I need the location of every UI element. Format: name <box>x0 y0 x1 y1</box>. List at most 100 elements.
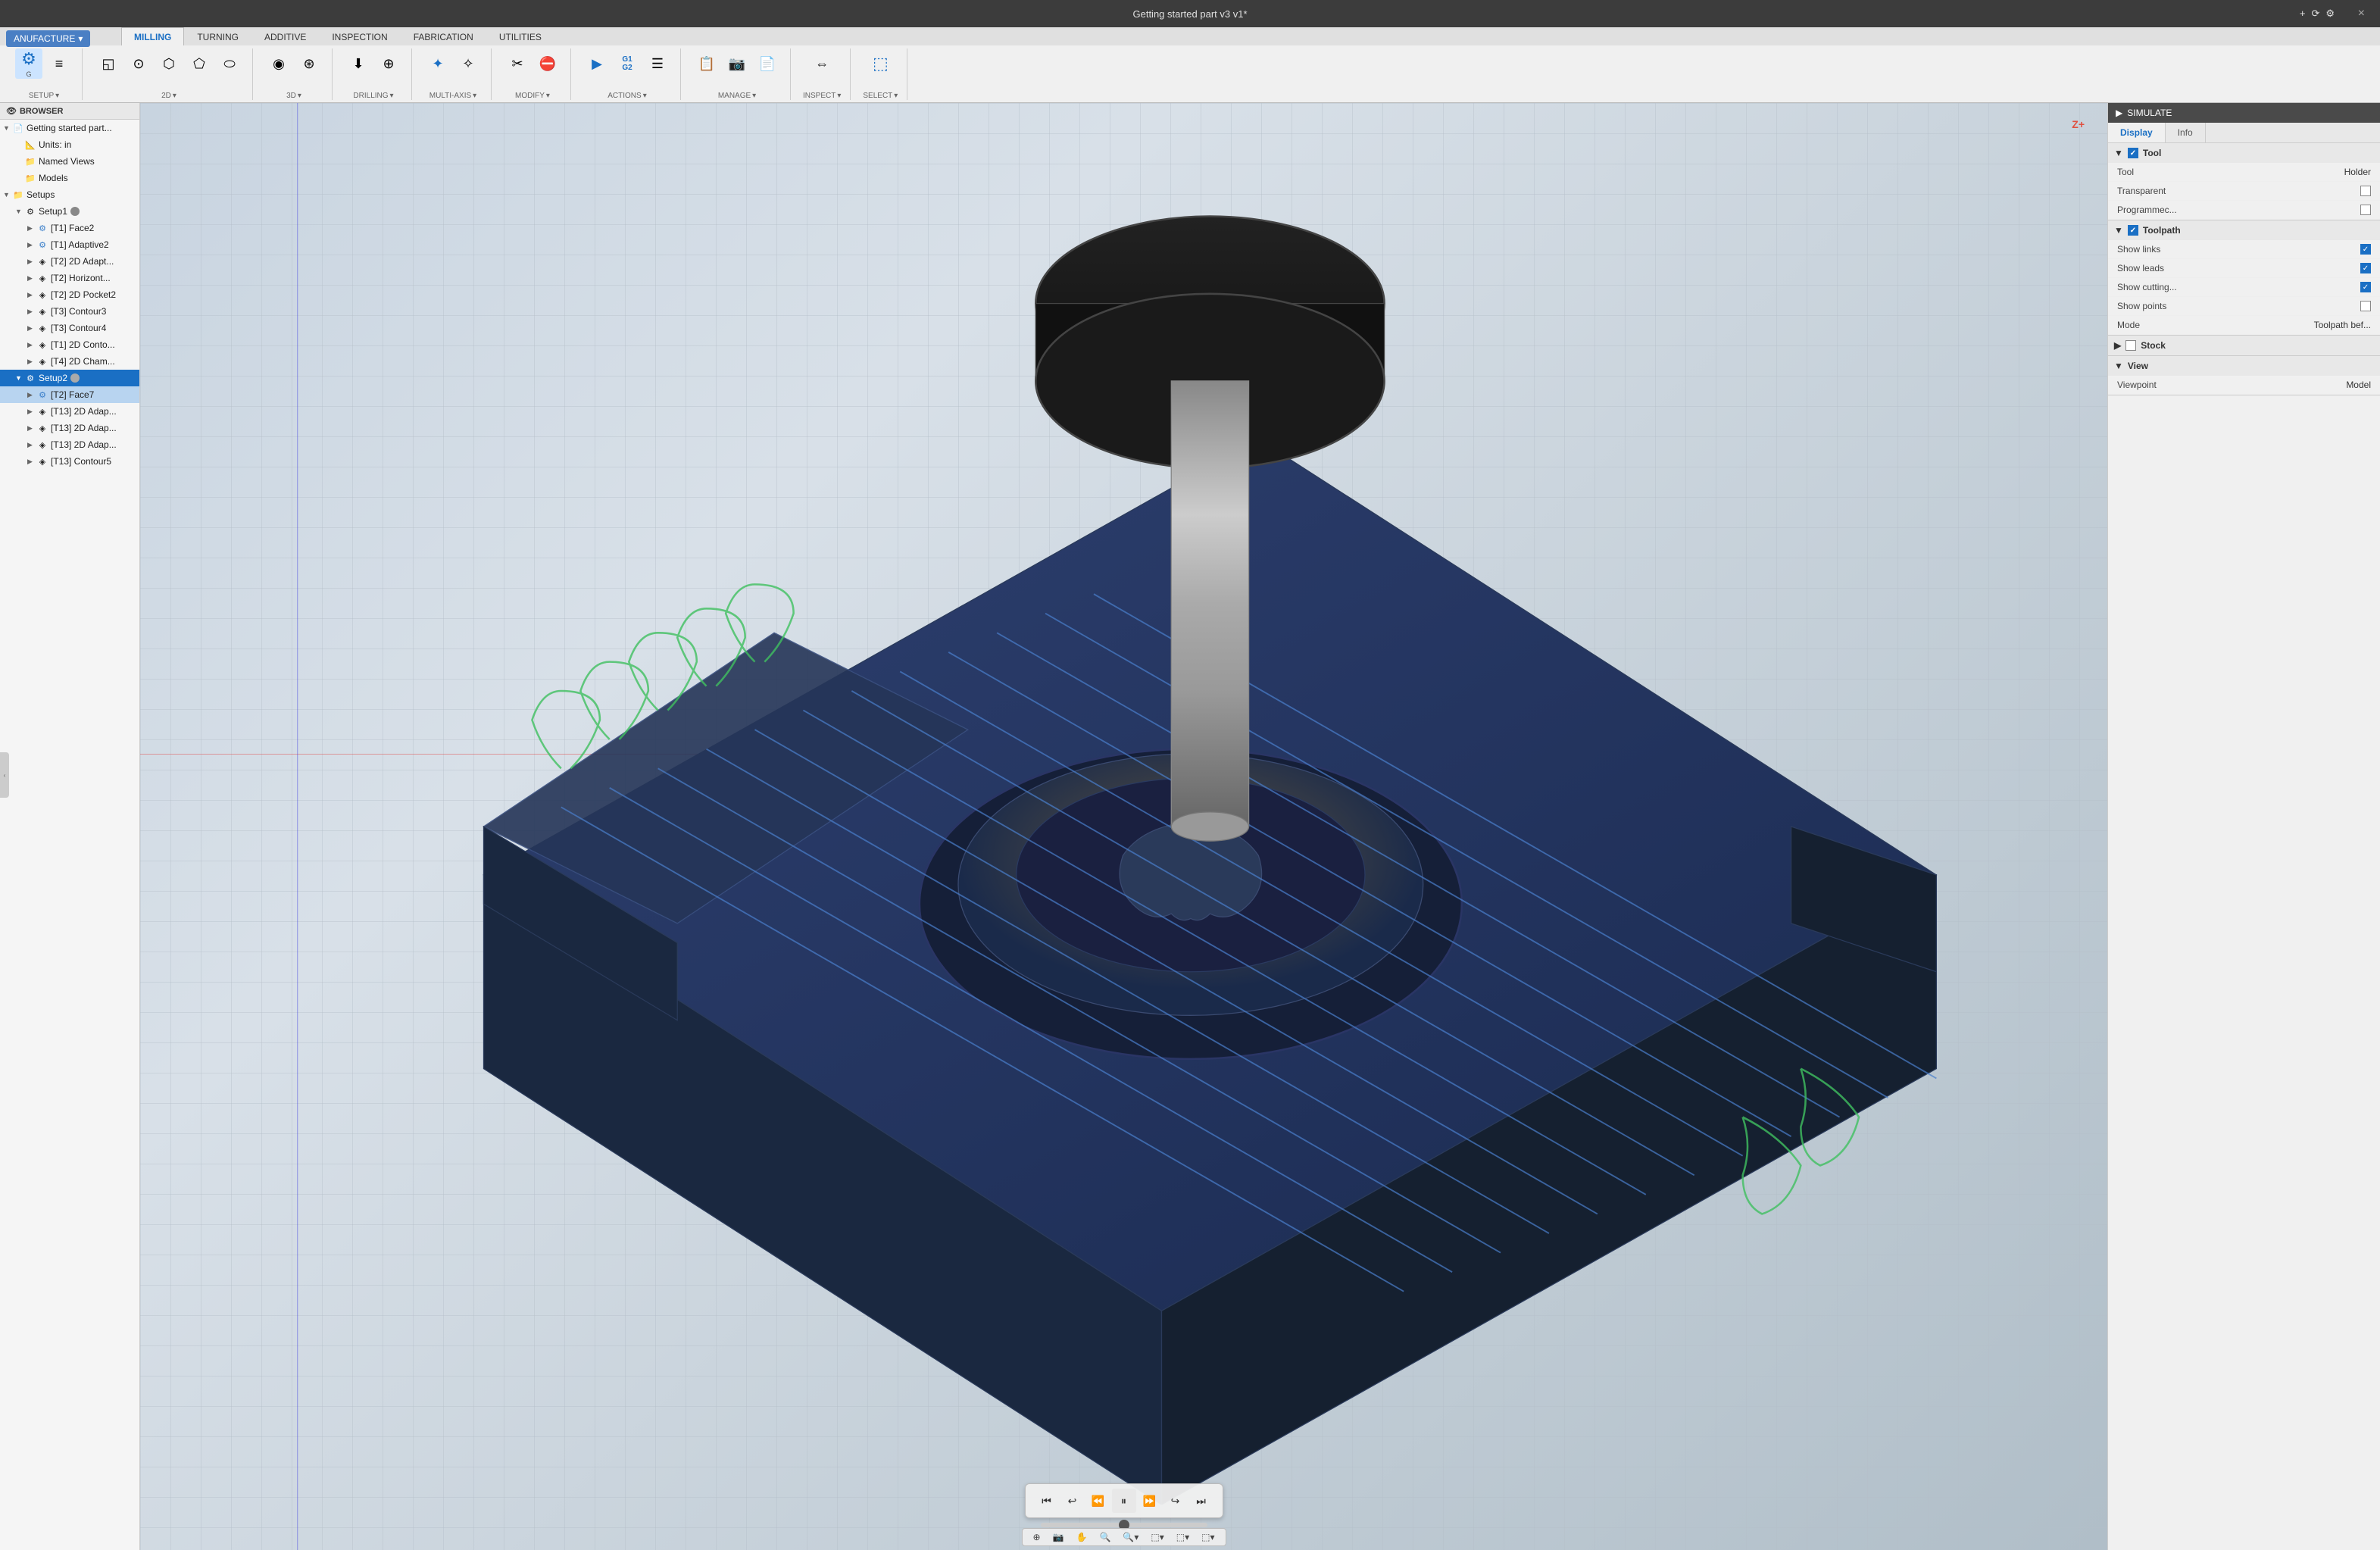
setup-dropdown-arrow[interactable]: ▾ <box>55 92 59 100</box>
tab-additive[interactable]: ADDITIVE <box>251 27 319 45</box>
sidebar-item-t3-contour3[interactable]: ▶ ◈ [T3] Contour3 <box>0 303 139 320</box>
manage-icon-export[interactable]: 📄 <box>754 48 781 79</box>
sidebar-item-t2-horizont[interactable]: ▶ ◈ [T2] Horizont... <box>0 270 139 286</box>
viewport[interactable]: Z+ ⏮ ↩ ⏪ ⏸ ⏩ ↪ ⏭ ⊕ 📷 ✋ 🔍 🔍▾ ⬚▾ ⬚▾ <box>140 103 2107 1550</box>
tab-turning[interactable]: TURNING <box>184 27 251 45</box>
tab-display[interactable]: Display <box>2108 123 2166 142</box>
sidebar-item-t1-adaptive2[interactable]: ▶ ⚙ [T1] Adaptive2 <box>0 236 139 253</box>
sidebar-item-t2-2dpocket2[interactable]: ▶ ◈ [T2] 2D Pocket2 <box>0 286 139 303</box>
panel-section-toolpath-header[interactable]: ▼ Toolpath <box>2108 220 2380 240</box>
sidebar-item-t2-face7[interactable]: ▶ ⚙ [T2] Face7 <box>0 386 139 403</box>
sidebar-item-named-views[interactable]: 📁 Named Views <box>0 153 139 170</box>
manage-dropdown-arrow[interactable]: ▾ <box>752 92 756 100</box>
select-dropdown-arrow[interactable]: ▾ <box>894 92 898 100</box>
panel-section-tool-header[interactable]: ▼ Tool <box>2108 143 2380 163</box>
sidebar-item-t1-face2[interactable]: ▶ ⚙ [T1] Face2 <box>0 220 139 236</box>
bottom-tool-view3[interactable]: ⬚▾ <box>1197 1530 1219 1544</box>
toolpath-section-checkbox[interactable] <box>2128 225 2138 236</box>
multiaxis-icon-1[interactable]: ✦ <box>424 48 451 79</box>
multiaxis-icon-2[interactable]: ✧ <box>454 48 482 79</box>
drilling-icon-drill[interactable]: ⬇ <box>345 48 372 79</box>
actions-icon-gcode[interactable]: G1G2 <box>614 48 641 79</box>
playback-slider[interactable] <box>1041 1523 1207 1527</box>
bottom-tool-zoom[interactable]: 🔍 <box>1095 1530 1115 1544</box>
bottom-tool-camera[interactable]: 📷 <box>1048 1530 1069 1544</box>
sidebar-item-setups[interactable]: ▼ 📁 Setups <box>0 186 139 203</box>
sidebar-item-t13-2dadap1[interactable]: ▶ ◈ [T13] 2D Adap... <box>0 403 139 420</box>
sidebar-item-t13-contour5[interactable]: ▶ ◈ [T13] Contour5 <box>0 453 139 470</box>
playback-end-button[interactable]: ⏭ <box>1189 1489 1213 1513</box>
tool-section-checkbox[interactable] <box>2128 148 2138 158</box>
tab-inspection[interactable]: INSPECTION <box>319 27 400 45</box>
2d-icon-pocket[interactable]: ⊙ <box>125 48 152 79</box>
sidebar-item-t4-2dcham[interactable]: ▶ ◈ [T4] 2D Cham... <box>0 353 139 370</box>
bottom-tool-zoom-dropdown[interactable]: 🔍▾ <box>1118 1530 1143 1544</box>
show-links-checkbox[interactable] <box>2360 244 2371 255</box>
modify-dropdown-arrow[interactable]: ▾ <box>546 92 550 100</box>
3d-dropdown-arrow[interactable]: ▾ <box>298 92 301 100</box>
tab-fabrication[interactable]: FABRICATION <box>401 27 486 45</box>
sidebar-item-t1-2dconto[interactable]: ▶ ◈ [T1] 2D Conto... <box>0 336 139 353</box>
3d-icon-pocket[interactable]: ⊛ <box>295 48 323 79</box>
sidebar-item-setup1[interactable]: ▼ ⚙ Setup1 <box>0 203 139 220</box>
bottom-tool-view2[interactable]: ⬚▾ <box>1172 1530 1194 1544</box>
add-window-icon[interactable]: + <box>2300 8 2306 20</box>
sidebar-item-t2-2dadapt[interactable]: ▶ ◈ [T2] 2D Adapt... <box>0 253 139 270</box>
inspect-dropdown-arrow[interactable]: ▾ <box>837 92 841 100</box>
actions-icon-simulate[interactable]: ▶ <box>583 48 611 79</box>
select-icon-box[interactable]: ⬚ <box>867 48 894 79</box>
playback-forward-button[interactable]: ⏩ <box>1138 1489 1162 1513</box>
show-cutting-checkbox[interactable] <box>2360 282 2371 292</box>
actions-icon-list[interactable]: ☰ <box>644 48 671 79</box>
2d-icon-bore[interactable]: ⬠ <box>186 48 213 79</box>
setup-icon-2[interactable]: ≡ <box>45 48 73 79</box>
sidebar-item-root[interactable]: ▼ 📄 Getting started part... <box>0 120 139 136</box>
programmed-checkbox[interactable] <box>2360 205 2371 215</box>
2d-icon-chamfer[interactable]: ⬭ <box>216 48 243 79</box>
close-button[interactable]: × <box>2358 7 2365 20</box>
sidebar-item-setup2[interactable]: ▼ ⚙ Setup2 <box>0 370 139 386</box>
manage-icon-post[interactable]: 📷 <box>723 48 751 79</box>
settings-icon[interactable]: ⚙ <box>2325 8 2335 20</box>
sidebar-item-t3-contour4[interactable]: ▶ ◈ [T3] Contour4 <box>0 320 139 336</box>
bottom-tool-view1[interactable]: ⬚▾ <box>1146 1530 1168 1544</box>
setup-icon-1[interactable]: ⚙ G <box>15 48 42 79</box>
playback-rewind-button[interactable]: ⏪ <box>1086 1489 1110 1513</box>
modify-icon-delete[interactable]: ⛔ <box>534 48 561 79</box>
drilling-dropdown-arrow[interactable]: ▾ <box>390 92 394 100</box>
sidebar-item-models[interactable]: 📁 Models <box>0 170 139 186</box>
playback-prev-loop-button[interactable]: ↩ <box>1060 1489 1085 1513</box>
drilling-icon-bore[interactable]: ⊕ <box>375 48 402 79</box>
3d-icon-adaptive[interactable]: ◉ <box>265 48 292 79</box>
2d-icon-contour[interactable]: ⬡ <box>155 48 183 79</box>
2d-icon-face[interactable]: ◱ <box>95 48 122 79</box>
tab-info[interactable]: Info <box>2166 123 2206 142</box>
transparent-checkbox[interactable] <box>2360 186 2371 196</box>
manage-icon-templates[interactable]: 📋 <box>693 48 720 79</box>
panel-section-view-header[interactable]: ▼ View <box>2108 356 2380 376</box>
playback-start-button[interactable]: ⏮ <box>1035 1489 1059 1513</box>
sidebar-item-t13-2dadap3[interactable]: ▶ ◈ [T13] 2D Adap... <box>0 436 139 453</box>
bottom-tool-pan[interactable]: ✋ <box>1072 1530 1092 1544</box>
playback-pause-button[interactable]: ⏸ <box>1112 1489 1136 1513</box>
actions-dropdown-arrow[interactable]: ▾ <box>643 92 647 100</box>
sidebar-collapse-handle[interactable]: ‹ <box>0 752 9 798</box>
panel-section-stock-header[interactable]: ▶ Stock <box>2108 336 2380 355</box>
show-points-checkbox[interactable] <box>2360 301 2371 311</box>
manufacturer-dropdown[interactable]: ANUFACTURE ▾ <box>6 30 90 47</box>
multiaxis-dropdown-arrow[interactable]: ▾ <box>473 92 476 100</box>
panel-row-mode: Mode Toolpath bef... <box>2108 316 2380 335</box>
playback-next-loop-button[interactable]: ↪ <box>1163 1489 1188 1513</box>
bottom-tool-origin[interactable]: ⊕ <box>1028 1530 1045 1544</box>
sidebar-item-t13-2dadap2[interactable]: ▶ ◈ [T13] 2D Adap... <box>0 420 139 436</box>
modify-icon-trim[interactable]: ✂ <box>504 48 531 79</box>
section-collapse-tool: ▼ <box>2114 148 2123 158</box>
show-leads-checkbox[interactable] <box>2360 263 2371 273</box>
tab-milling[interactable]: MILLING <box>121 27 184 45</box>
stock-section-checkbox[interactable] <box>2125 340 2136 351</box>
refresh-icon[interactable]: ⟳ <box>2311 8 2319 20</box>
sidebar-item-units[interactable]: 📐 Units: in <box>0 136 139 153</box>
inspect-icon-measure[interactable]: ⇔ <box>808 48 835 79</box>
tab-utilities[interactable]: UTILITIES <box>486 27 554 45</box>
2d-dropdown-arrow[interactable]: ▾ <box>173 92 176 100</box>
